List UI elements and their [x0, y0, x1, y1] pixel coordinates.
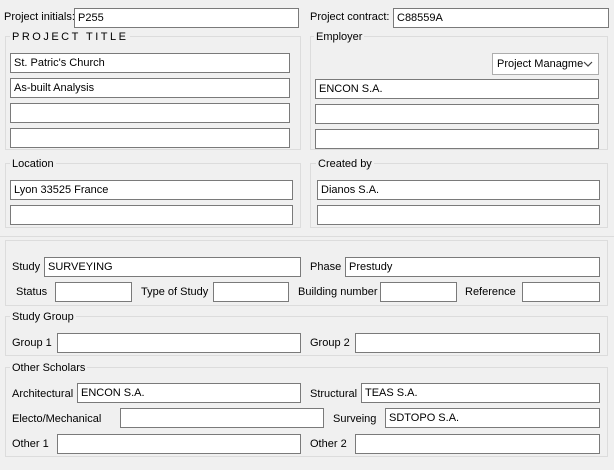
phase-label: Phase: [310, 261, 342, 273]
location-line-2[interactable]: [10, 205, 293, 225]
building-number-label: Building number: [298, 286, 378, 298]
employer-role-value: Project Managme: [497, 58, 584, 70]
employer-line-1[interactable]: [315, 79, 599, 99]
type-of-study-input[interactable]: [213, 282, 289, 302]
employer-role-dropdown[interactable]: Project Managme: [492, 53, 599, 75]
group-2-label: Group 2: [310, 337, 350, 349]
project-title-line-3[interactable]: [10, 103, 290, 123]
group-1-input[interactable]: [57, 333, 301, 353]
phase-input[interactable]: [345, 257, 600, 277]
study-group-heading: Study Group: [10, 310, 76, 324]
employer-line-3[interactable]: [315, 129, 599, 149]
project-title-line-4[interactable]: [10, 128, 290, 148]
other-scholars-heading: Other Scholars: [10, 361, 88, 375]
architectural-label: Architectural: [12, 388, 74, 400]
other-1-label: Other 1: [12, 438, 49, 450]
building-number-input[interactable]: [380, 282, 457, 302]
other-1-input[interactable]: [57, 434, 301, 454]
electro-mechanical-input[interactable]: [120, 408, 324, 428]
other-2-input[interactable]: [355, 434, 600, 454]
employer-heading: Employer: [314, 30, 365, 44]
reference-label: Reference: [465, 286, 516, 298]
section-divider: [0, 236, 614, 237]
structural-label: Structural: [310, 388, 358, 400]
structural-input[interactable]: [361, 383, 600, 403]
project-initials-label: Project initials:: [4, 11, 75, 23]
project-contract-input[interactable]: [393, 8, 609, 28]
other-2-label: Other 2: [310, 438, 347, 450]
project-title-line-2[interactable]: [10, 78, 290, 98]
created-by-line-1[interactable]: [317, 180, 600, 200]
project-initials-input[interactable]: [74, 8, 299, 28]
surveing-input[interactable]: [385, 408, 600, 428]
status-label: Status: [16, 286, 48, 298]
created-by-line-2[interactable]: [317, 205, 600, 225]
electro-mechanical-label: Electo/Mechanical: [12, 413, 102, 425]
study-input[interactable]: [44, 257, 301, 277]
location-line-1[interactable]: [10, 180, 293, 200]
chevron-down-icon: [583, 61, 593, 67]
group-1-label: Group 1: [12, 337, 52, 349]
group-2-input[interactable]: [355, 333, 600, 353]
project-title-line-1[interactable]: [10, 53, 290, 73]
status-input[interactable]: [55, 282, 132, 302]
type-of-study-label: Type of Study: [141, 286, 209, 298]
created-by-heading: Created by: [316, 157, 374, 171]
architectural-input[interactable]: [77, 383, 301, 403]
project-contract-label: Project contract:: [310, 11, 390, 23]
project-title-heading: PROJECT TITLE: [10, 30, 131, 44]
surveing-label: Surveing: [333, 413, 377, 425]
reference-input[interactable]: [522, 282, 600, 302]
study-label: Study: [12, 261, 41, 273]
location-heading: Location: [10, 157, 56, 171]
employer-line-2[interactable]: [315, 104, 599, 124]
